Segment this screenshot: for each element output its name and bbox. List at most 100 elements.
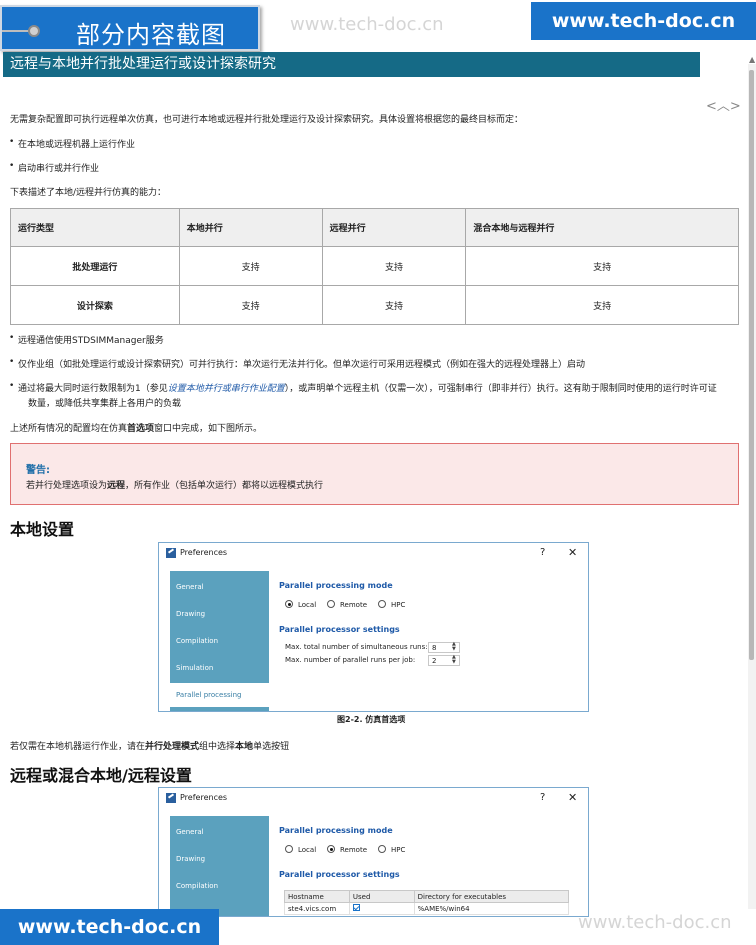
table-cell: 支持 xyxy=(321,246,467,286)
sidebar-item-label: Parallel processing xyxy=(176,691,242,699)
brand-banner-top[interactable]: www.tech-doc.cn xyxy=(531,2,756,40)
sidebar-item-compilation[interactable]: Compilation xyxy=(176,882,218,890)
scrollbar-thumb[interactable] xyxy=(749,70,754,660)
warning-text-part: 若并行处理选项设为 xyxy=(26,481,108,491)
app-logo-icon xyxy=(166,793,176,803)
sidebar-item-general[interactable]: General xyxy=(176,828,204,836)
sidebar-item-drawing[interactable]: Drawing xyxy=(176,610,205,618)
radio-hpc[interactable]: HPC xyxy=(378,600,405,609)
table-cell: 支持 xyxy=(321,285,467,325)
max-runs-label: Max. total number of simultaneous runs: xyxy=(285,643,428,651)
watermark-bottom: www.tech-doc.cn xyxy=(578,912,732,933)
sidebar-item-drawing[interactable]: Drawing xyxy=(176,855,205,863)
mode-group-title: Parallel processing mode xyxy=(279,826,393,835)
column-header[interactable]: Used xyxy=(348,890,415,903)
close-icon[interactable]: ✕ xyxy=(568,543,577,563)
note-text: ），或声明单个远程主机（仅需一次），可强制串行（即非并行）执行。这有助于限制同时… xyxy=(284,384,717,394)
section-heading-remote: 远程或混合本地/远程设置 xyxy=(10,766,192,785)
sidebar-item-simulation[interactable]: Simulation xyxy=(176,664,213,672)
used-cell[interactable] xyxy=(348,902,415,915)
radio-label: Local xyxy=(298,846,317,854)
list-item: 在本地或远程机器上运行作业 xyxy=(9,137,135,150)
intro-text: 无需复杂配置即可执行远程单次仿真，也可进行本地或远程并行批处理运行及设计探索研究… xyxy=(10,115,524,125)
warning-title: 警告: xyxy=(26,465,50,476)
radio-label: Remote xyxy=(340,846,368,854)
column-header[interactable]: Directory for executables xyxy=(413,890,570,903)
instruction-part: 单选按钮 xyxy=(253,742,290,752)
dialog-titlebar: Preferences ? ✕ xyxy=(159,543,588,563)
radio-hpc[interactable]: HPC xyxy=(378,845,405,854)
settings-group-title: Parallel processor settings xyxy=(279,625,400,634)
app-logo-icon xyxy=(166,548,176,558)
column-header: 本地并行 xyxy=(178,208,323,247)
column-header[interactable]: Hostname xyxy=(284,890,350,903)
radio-local[interactable]: Local xyxy=(285,600,316,609)
radio-empty-icon xyxy=(378,600,386,608)
directory-cell[interactable]: %AME%/win64 xyxy=(413,902,570,915)
scroll-up-icon[interactable]: ▲ xyxy=(749,55,755,64)
column-header: 运行类型 xyxy=(10,208,180,247)
note-text: 通过将最大同时运行数限制为1（参见 xyxy=(18,384,168,394)
radio-local[interactable]: Local xyxy=(285,845,316,854)
section-heading-local: 本地设置 xyxy=(10,520,75,539)
warning-text: 若并行处理选项设为远程，所有作业（包括单次运行）都将以远程模式执行 xyxy=(26,478,323,491)
local-instruction: 若仅需在本地机器运行作业，请在并行处理模式组中选择本地单选按钮 xyxy=(10,739,289,752)
dialog-title: Preferences xyxy=(180,793,228,802)
sidebar-item-general[interactable]: General xyxy=(176,583,204,591)
capability-table: 运行类型 本地并行 远程并行 混合本地与远程并行 批处理运行 支持 支持 支持 … xyxy=(10,208,739,325)
table-cell: 支持 xyxy=(178,246,323,286)
sidebar-item-parallel-processing[interactable]: Parallel processing xyxy=(170,683,269,707)
badge-text: 部分内容截图 xyxy=(76,21,226,49)
row-header: 批处理运行 xyxy=(10,246,180,286)
sidebar-item-compilation[interactable]: Compilation xyxy=(176,637,218,645)
checkbox-checked-icon[interactable] xyxy=(352,904,360,911)
page-title: 远程与本地并行批处理运行或设计探索研究 xyxy=(3,52,700,77)
stepper-arrows-icon[interactable]: ▲ ▼ xyxy=(452,642,456,652)
instruction-part: 组中选择 xyxy=(199,742,236,752)
config-text-part: 窗口中完成，如下图所示。 xyxy=(154,424,263,434)
radio-empty-icon xyxy=(285,845,293,853)
stepper-arrows-icon[interactable]: ▲ ▼ xyxy=(452,655,456,665)
list-item: 启动串行或并行作业 xyxy=(9,161,99,174)
radio-empty-icon xyxy=(327,600,335,608)
brand-banner-bottom[interactable]: www.tech-doc.cn xyxy=(0,909,219,945)
dialog-titlebar: Preferences ? ✕ xyxy=(159,788,588,808)
preferences-dialog-remote: Preferences ? ✕ General Drawing Compilat… xyxy=(158,787,589,917)
instruction-bold: 并行处理模式 xyxy=(145,742,200,752)
page-nav[interactable]: <︿> xyxy=(706,95,741,114)
config-link[interactable]: 设置本地并行或串行作业配置 xyxy=(168,384,285,394)
next-page-icon[interactable]: ︿> xyxy=(717,99,741,114)
radio-selected-icon xyxy=(327,845,335,853)
table-header-row: Hostname Used Directory for executables xyxy=(284,890,570,903)
watermark-top: www.tech-doc.cn xyxy=(290,14,444,35)
config-text-bold: 首选项 xyxy=(127,424,155,434)
list-item: 仅作业组（如批处理运行或设计探索研究）可并行执行：单次运行无法并行化。但单次运行… xyxy=(9,357,585,370)
radio-empty-icon xyxy=(378,845,386,853)
list-item: 通过将最大同时运行数限制为1（参见设置本地并行或串行作业配置），或声明单个远程主… xyxy=(9,381,717,394)
warning-text-part: ，所有作业（包括单次运行）都将以远程模式执行 xyxy=(125,481,324,491)
radio-remote[interactable]: Remote xyxy=(327,845,367,854)
table-cell: 支持 xyxy=(465,246,739,286)
close-icon[interactable]: ✕ xyxy=(568,788,577,808)
radio-selected-icon xyxy=(285,600,293,608)
row-header: 设计探索 xyxy=(10,285,180,325)
radio-remote[interactable]: Remote xyxy=(327,600,367,609)
prev-page-icon[interactable]: < xyxy=(706,99,717,114)
table-header-row: 运行类型 本地并行 远程并行 混合本地与远程并行 xyxy=(10,208,739,247)
column-header: 远程并行 xyxy=(321,208,467,247)
radio-label: HPC xyxy=(391,846,406,854)
table-row: 批处理运行 支持 支持 支持 xyxy=(10,246,739,286)
config-text: 上述所有情况的配置均在仿真首选项窗口中完成，如下图所示。 xyxy=(10,421,262,434)
host-cell[interactable]: ste4.vics.com xyxy=(284,902,350,915)
dialog-content: Parallel processing mode Local Remote HP… xyxy=(269,571,581,711)
list-item: 远程通信使用STDSIMManager服务 xyxy=(9,333,164,346)
instruction-part: 若仅需在本地机器运行作业，请在 xyxy=(10,742,146,752)
warning-box: 警告: 若并行处理选项设为远程，所有作业（包括单次运行）都将以远程模式执行 xyxy=(10,443,739,505)
settings-group-title: Parallel processor settings xyxy=(279,870,400,879)
dialog-content: Parallel processing mode Local Remote HP… xyxy=(269,816,581,916)
config-text-part: 上述所有情况的配置均在仿真 xyxy=(10,424,128,434)
help-icon[interactable]: ? xyxy=(540,543,545,563)
radio-label: Remote xyxy=(340,601,368,609)
help-icon[interactable]: ? xyxy=(540,788,545,808)
table-row[interactable]: ste4.vics.com %AME%/win64 xyxy=(284,902,570,915)
